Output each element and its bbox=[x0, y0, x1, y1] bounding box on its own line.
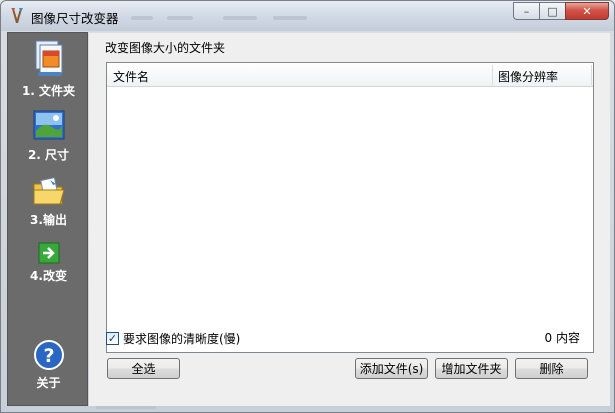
sidebar-item-label: 关于 bbox=[36, 376, 61, 390]
sidebar-item-size[interactable]: 2. 尺寸 bbox=[8, 109, 89, 163]
column-header-filename[interactable]: 文件名 bbox=[113, 68, 149, 85]
app-icon bbox=[11, 8, 23, 23]
delete-button[interactable]: 删除 bbox=[515, 358, 588, 379]
title-bar[interactable]: 图像尺寸改变器 – □ ✕ bbox=[1, 1, 614, 31]
select-all-button[interactable]: 全选 bbox=[107, 358, 180, 379]
window-title: 图像尺寸改变器 bbox=[31, 11, 119, 26]
app-window: 图像尺寸改变器 – □ ✕ 1. 文件夹 2. 尺寸 3.输出 4.改变 ? 关… bbox=[0, 0, 615, 413]
group-title: 改变图像大小的文件夹 bbox=[105, 41, 226, 55]
folder-files-icon bbox=[35, 40, 62, 76]
column-divider[interactable] bbox=[591, 65, 592, 85]
svg-text:?: ? bbox=[43, 345, 54, 367]
sidebar-item-label: 2. 尺寸 bbox=[27, 148, 70, 162]
green-arrow-icon bbox=[38, 242, 59, 264]
quality-checkbox[interactable]: ✓ bbox=[106, 332, 119, 345]
main-panel: 改变图像大小的文件夹 文件名 图像分辨率 ✓ 要求图像的清晰度(慢) 0 内容 … bbox=[89, 32, 610, 406]
titlebar-artifact bbox=[273, 16, 307, 20]
picture-icon bbox=[33, 110, 64, 140]
titlebar-artifact bbox=[131, 16, 153, 20]
sidebar-item-output[interactable]: 3.输出 bbox=[8, 176, 89, 228]
help-icon: ? bbox=[33, 340, 64, 370]
sidebar-item-label: 3.输出 bbox=[30, 213, 67, 227]
add-folder-button[interactable]: 增加文件夹 bbox=[435, 358, 508, 379]
sidebar-item-about[interactable]: ? 关于 bbox=[8, 339, 89, 391]
statusbar-artifact bbox=[96, 406, 156, 409]
add-file-button[interactable]: 添加文件(s) bbox=[355, 358, 428, 379]
close-button[interactable]: ✕ bbox=[565, 2, 609, 20]
sidebar-item-change[interactable]: 4.改变 bbox=[8, 242, 89, 284]
output-folder-icon bbox=[33, 177, 65, 205]
maximize-button[interactable]: □ bbox=[539, 2, 566, 20]
column-divider[interactable] bbox=[492, 65, 493, 85]
step-sidebar: 1. 文件夹 2. 尺寸 3.输出 4.改变 ? 关于 bbox=[7, 32, 88, 406]
file-list[interactable]: 文件名 图像分辨率 bbox=[106, 62, 594, 353]
column-header-resolution[interactable]: 图像分辨率 bbox=[498, 68, 558, 85]
sidebar-item-folder[interactable]: 1. 文件夹 bbox=[8, 39, 89, 99]
item-count: 0 内容 bbox=[544, 331, 580, 345]
sidebar-item-label: 4.改变 bbox=[30, 269, 67, 283]
sidebar-item-label: 1. 文件夹 bbox=[21, 84, 76, 98]
titlebar-artifact bbox=[167, 16, 193, 20]
titlebar-artifact bbox=[223, 16, 257, 20]
quality-option[interactable]: ✓ 要求图像的清晰度(慢) bbox=[106, 330, 240, 347]
minimize-button[interactable]: – bbox=[513, 2, 540, 20]
quality-checkbox-label: 要求图像的清晰度(慢) bbox=[123, 332, 241, 346]
list-header: 文件名 图像分辨率 bbox=[107, 63, 593, 87]
